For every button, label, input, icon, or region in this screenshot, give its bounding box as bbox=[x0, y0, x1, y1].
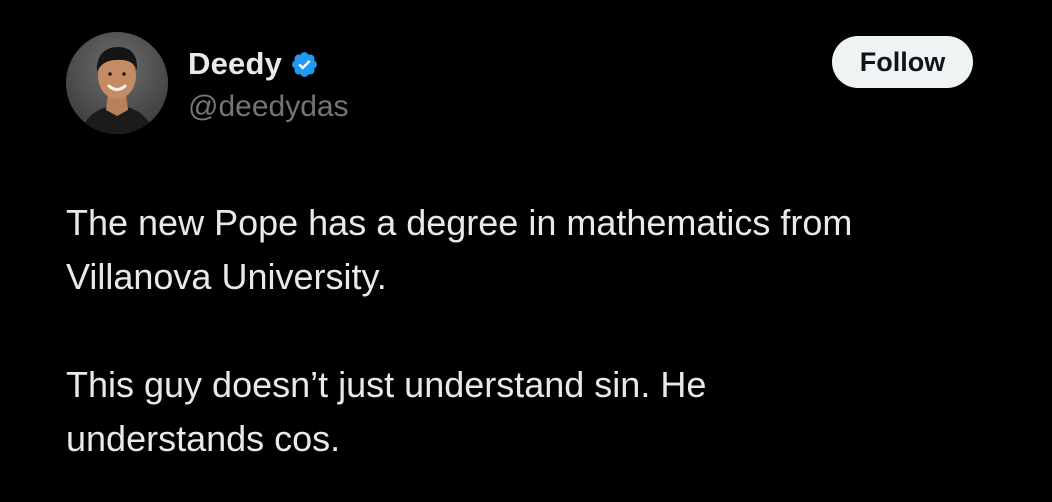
author-name-row: Deedy bbox=[188, 44, 319, 84]
avatar-photo bbox=[66, 32, 168, 134]
author-display-name[interactable]: Deedy bbox=[188, 46, 282, 82]
follow-button[interactable]: Follow bbox=[832, 36, 973, 88]
avatar[interactable] bbox=[66, 32, 168, 134]
verified-badge-icon bbox=[290, 50, 319, 79]
tweet-card: Deedy @deedydas Follow The new Pope has … bbox=[0, 0, 1052, 502]
tweet-paragraph: The new Pope has a degree in mathematics… bbox=[66, 202, 853, 297]
tweet-paragraph: This guy doesn’t just understand sin. He… bbox=[66, 364, 707, 459]
tweet-text: The new Pope has a degree in mathematics… bbox=[66, 196, 1006, 466]
author-handle[interactable]: @deedydas bbox=[188, 90, 349, 124]
